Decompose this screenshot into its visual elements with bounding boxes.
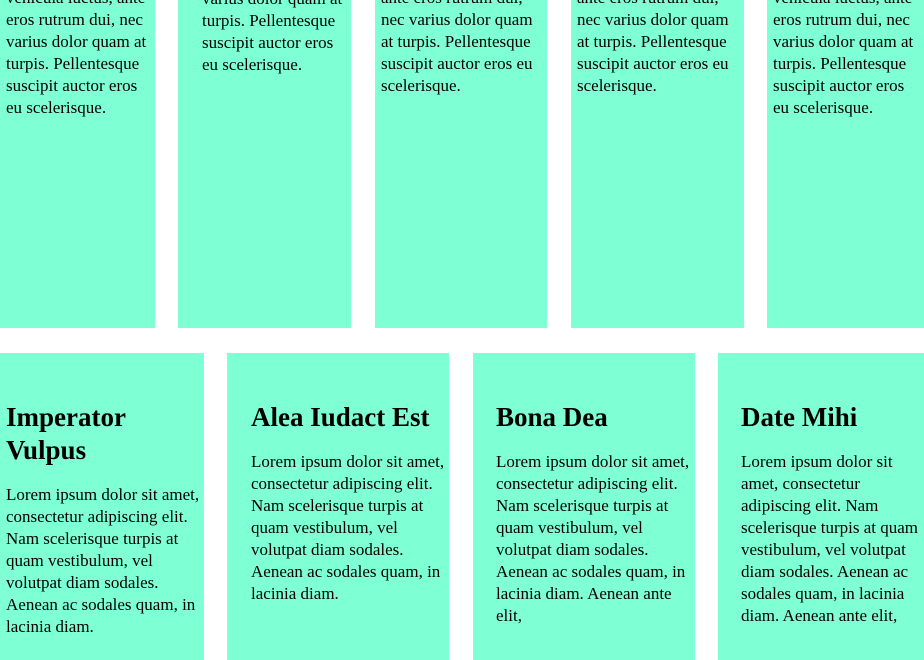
card-title: Date Mihi bbox=[741, 402, 858, 432]
card-title: Bona Dea bbox=[496, 402, 608, 432]
card-body-text: Lorem ipsum dolor sit amet, consectetur … bbox=[496, 452, 690, 625]
card-body-text: Vivamus semper, massa dapibus vehicula l… bbox=[202, 0, 342, 74]
card-row1-3: cursus ut diam. Vivamus semper, massa da… bbox=[375, 0, 547, 328]
card-bona-dea: Bona Dea Lorem ipsum dolor sit amet, con… bbox=[473, 353, 695, 660]
card-body-text: cursus ut diam. Vivamus semper, massa da… bbox=[773, 0, 914, 117]
card-body-text: Lorem ipsum dolor sit amet, consectetur … bbox=[251, 452, 445, 603]
card-body-text: Lorem ipsum dolor sit amet, consectetur … bbox=[741, 452, 919, 625]
card-body-text: cursus ut diam. Vivamus semper, massa da… bbox=[577, 0, 729, 95]
card-body-text: cursus ut diam. Vivamus semper, massa da… bbox=[6, 0, 147, 117]
card-body-text: cursus ut diam. Vivamus semper, massa da… bbox=[381, 0, 533, 95]
card-imperator-vulpus: Imperator Vulpus Lorem ipsum dolor sit a… bbox=[0, 353, 204, 660]
card-date-mihi: Date Mihi Lorem ipsum dolor sit amet, co… bbox=[718, 353, 924, 660]
card-title: Alea Iudact Est bbox=[251, 402, 430, 432]
card-row1-1: cursus ut diam. Vivamus semper, massa da… bbox=[0, 0, 155, 328]
card-row1-4: cursus ut diam. Vivamus semper, massa da… bbox=[571, 0, 744, 328]
card-row1-2: Vivamus semper, massa dapibus vehicula l… bbox=[178, 0, 351, 328]
card-title: Imperator Vulpus bbox=[6, 402, 126, 465]
card-alea-iudact-est: Alea Iudact Est Lorem ipsum dolor sit am… bbox=[227, 353, 449, 660]
card-row1-5: cursus ut diam. Vivamus semper, massa da… bbox=[767, 0, 924, 328]
card-body-text: Lorem ipsum dolor sit amet, consectetur … bbox=[6, 485, 200, 636]
